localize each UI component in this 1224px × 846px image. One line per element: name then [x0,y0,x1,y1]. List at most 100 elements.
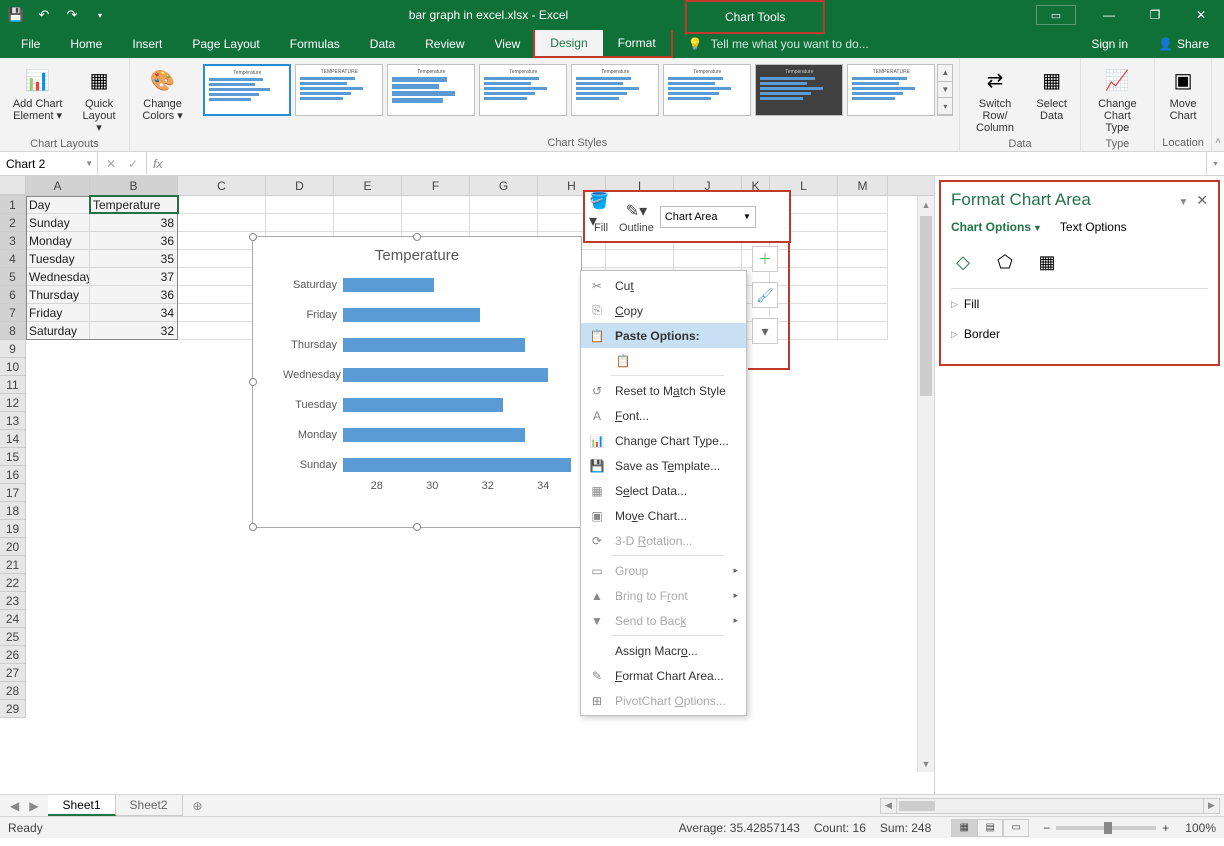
chart-filters-button[interactable]: ▾ [752,318,778,344]
gallery-down-icon[interactable]: ▼ [938,82,952,99]
sheet-prev-icon[interactable]: ◀ [10,799,19,813]
fill-line-icon[interactable]: ◇ [951,250,975,274]
row-header[interactable]: 9 [0,340,25,358]
row-header[interactable]: 24 [0,610,25,628]
row-header[interactable]: 10 [0,358,25,376]
row-header[interactable]: 1 [0,196,25,214]
tab-page-layout[interactable]: Page Layout [177,30,274,58]
row-header[interactable]: 26 [0,646,25,664]
row-header[interactable]: 18 [0,502,25,520]
tab-view[interactable]: View [480,30,536,58]
close-pane-button[interactable]: ✕ [1196,192,1208,208]
close-button[interactable]: ✕ [1178,0,1224,30]
scroll-thumb[interactable] [899,801,935,811]
ctx-select-data[interactable]: ▦Select Data... [581,478,746,503]
zoom-in-button[interactable]: + [1162,821,1169,835]
new-sheet-button[interactable]: ⊕ [183,795,213,816]
enter-icon[interactable]: ✓ [128,157,138,171]
sheet-nav[interactable]: ◀ ▶ [0,795,48,816]
col-header[interactable]: B [90,176,178,195]
row-header[interactable]: 28 [0,682,25,700]
pane-options-icon[interactable]: ▼ [1178,197,1188,208]
normal-view-button[interactable]: ▦ [951,819,977,837]
chart-styles-gallery[interactable]: Temperature TEMPERATURE Temperature Temp… [201,62,953,118]
save-icon[interactable]: 💾 [8,7,24,23]
collapse-ribbon-icon[interactable]: ˄ [1212,58,1224,151]
chart-title[interactable]: Temperature [253,237,581,270]
zoom-thumb[interactable] [1104,822,1112,834]
tab-text-options[interactable]: Text Options [1060,220,1127,234]
scroll-up-icon[interactable]: ▲ [918,196,934,213]
row-header[interactable]: 3 [0,232,25,250]
ctx-paste-option-item[interactable]: 📋 [581,348,746,373]
chart-style-7[interactable]: Temperature [755,64,843,116]
ctx-format-chart-area[interactable]: ✎Format Chart Area... [581,663,746,688]
chart-object[interactable]: Temperature Saturday Friday Thursday Wed… [252,236,582,528]
cell[interactable]: Sunday [26,214,90,232]
cell[interactable]: Friday [26,304,90,322]
row-header[interactable]: 15 [0,448,25,466]
paste-icon[interactable]: 📋 [615,354,631,368]
col-header[interactable]: C [178,176,266,195]
redo-icon[interactable]: ↷ [64,7,80,23]
row-header[interactable]: 19 [0,520,25,538]
move-chart-button[interactable]: ▣ Move Chart [1161,62,1205,124]
row-header[interactable]: 17 [0,484,25,502]
row-header[interactable]: 8 [0,322,25,340]
resize-handle[interactable] [413,523,421,531]
ctx-copy[interactable]: ⎘Copy [581,298,746,323]
page-break-view-button[interactable]: ▭ [1003,819,1029,837]
row-header[interactable]: 25 [0,628,25,646]
cell[interactable]: Tuesday [26,250,90,268]
share-button[interactable]: 👤 Share [1143,30,1224,58]
fill-button[interactable]: 🪣▾ Fill [589,200,613,234]
vertical-scrollbar[interactable]: ▲ ▼ [917,196,934,772]
row-headers[interactable]: 1 2 3 4 5 6 7 8 9 10 11 12 13 14 15 16 1… [0,196,26,718]
chart-style-3[interactable]: Temperature [387,64,475,116]
row-header[interactable]: 6 [0,286,25,304]
column-headers[interactable]: A B C D E F G H I J K L M [0,176,934,196]
sheet-tab-1[interactable]: Sheet1 [48,795,115,816]
ctx-move-chart[interactable]: ▣Move Chart... [581,503,746,528]
ctx-change-chart-type[interactable]: 📊Change Chart Type... [581,428,746,453]
zoom-slider[interactable] [1056,826,1156,830]
qat-customize-icon[interactable]: ▾ [92,7,108,23]
tab-design[interactable]: Design [535,30,602,56]
row-header[interactable]: 5 [0,268,25,286]
ctx-paste-options[interactable]: 📋Paste Options: [581,323,746,348]
chart-style-2[interactable]: TEMPERATURE [295,64,383,116]
tab-chart-options[interactable]: Chart Options▼ [951,220,1042,234]
fx-icon[interactable]: fx [147,152,168,175]
ctx-font[interactable]: AFont... [581,403,746,428]
quick-layout-button[interactable]: ▦ Quick Layout ▾ [75,62,123,136]
chart-plot-area[interactable]: Saturday Friday Thursday Wednesday Tuesd… [253,270,581,502]
chart-style-5[interactable]: Temperature [571,64,659,116]
col-header[interactable]: E [334,176,402,195]
section-border[interactable]: ▷Border [951,319,1208,349]
add-chart-element-button[interactable]: 📊 Add Chart Element ▾ [6,62,69,124]
chart-style-8[interactable]: TEMPERATURE [847,64,935,116]
row-header[interactable]: 14 [0,430,25,448]
tab-review[interactable]: Review [410,30,479,58]
spreadsheet-grid[interactable]: A B C D E F G H I J K L M 1 2 3 4 5 6 7 … [0,176,934,794]
page-layout-view-button[interactable]: ▤ [977,819,1003,837]
cell[interactable]: 36 [90,232,178,250]
ctx-save-template[interactable]: 💾Save as Template... [581,453,746,478]
effects-icon[interactable]: ⬠ [993,250,1017,274]
scroll-thumb[interactable] [920,216,932,396]
cancel-icon[interactable]: ✕ [106,157,116,171]
name-box[interactable]: Chart 2 ▼ [0,152,98,175]
section-fill[interactable]: ▷Fill [951,289,1208,319]
tab-data[interactable]: Data [355,30,410,58]
ctx-reset-style[interactable]: ↺Reset to Match Style [581,378,746,403]
outline-button[interactable]: ✎▾ Outline [619,200,654,234]
zoom-out-button[interactable]: − [1043,821,1050,835]
change-colors-button[interactable]: 🎨 Change Colors ▾ [136,62,190,124]
select-data-button[interactable]: ▦ Select Data [1030,62,1074,124]
tab-home[interactable]: Home [55,30,117,58]
styles-gallery-nav[interactable]: ▲ ▼ ▾ [937,64,953,116]
resize-handle[interactable] [249,233,257,241]
chart-element-dropdown[interactable]: Chart Area▼ [660,206,756,228]
cell[interactable]: 37 [90,268,178,286]
cell[interactable]: 35 [90,250,178,268]
